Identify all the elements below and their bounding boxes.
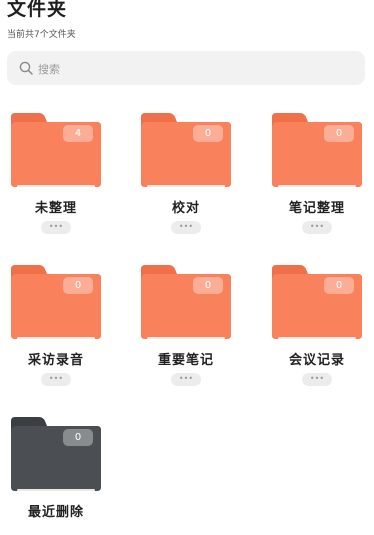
- folder-item-proofread[interactable]: 0 校对 •••: [140, 113, 232, 234]
- more-options-button[interactable]: •••: [171, 373, 201, 386]
- note-count-badge: 0: [63, 429, 93, 446]
- note-count-badge: 0: [324, 277, 354, 294]
- note-count-badge: 4: [63, 125, 93, 142]
- folder-icon: 0: [141, 265, 231, 339]
- search-placeholder: 搜索: [38, 63, 60, 76]
- folder-icon: 0: [141, 113, 231, 187]
- note-count-badge: 0: [324, 125, 354, 142]
- search-input[interactable]: 搜索: [7, 51, 365, 85]
- folder-icon: 4: [11, 113, 101, 187]
- folder-item-meeting-notes[interactable]: 0 会议记录 •••: [271, 265, 363, 386]
- folder-name: 未整理: [34, 201, 77, 216]
- folder-item-unsorted[interactable]: 4 未整理 •••: [10, 113, 102, 234]
- page-title: 文件夹: [7, 0, 68, 20]
- folder-item-interview-recordings[interactable]: 0 采访录音 •••: [10, 265, 102, 386]
- more-options-button[interactable]: •••: [171, 221, 201, 234]
- folder-name: 会议记录: [288, 353, 345, 368]
- search-icon: [19, 61, 33, 75]
- folder-name: 最近删除: [27, 505, 84, 520]
- folder-name: 重要笔记: [157, 353, 214, 368]
- note-count-badge: 0: [193, 277, 223, 294]
- note-count-badge: 0: [63, 277, 93, 294]
- more-options-button[interactable]: •••: [41, 221, 71, 234]
- folder-icon: 0: [11, 265, 101, 339]
- more-options-button[interactable]: •••: [302, 373, 332, 386]
- folder-icon: 0: [272, 113, 362, 187]
- folder-count-text: 当前共7个文件夹: [7, 30, 76, 40]
- folder-icon: 0: [272, 265, 362, 339]
- folder-item-recently-deleted[interactable]: 0 最近删除: [10, 417, 102, 520]
- folder-item-important-notes[interactable]: 0 重要笔记 •••: [140, 265, 232, 386]
- folder-name: 采访录音: [27, 353, 84, 368]
- more-options-button[interactable]: •••: [302, 221, 332, 234]
- folder-name: 校对: [171, 201, 200, 216]
- more-options-button[interactable]: •••: [41, 373, 71, 386]
- trash-folder-icon: 0: [11, 417, 101, 491]
- folder-name: 笔记整理: [288, 201, 345, 216]
- folder-item-note-organize[interactable]: 0 笔记整理 •••: [271, 113, 363, 234]
- note-count-badge: 0: [193, 125, 223, 142]
